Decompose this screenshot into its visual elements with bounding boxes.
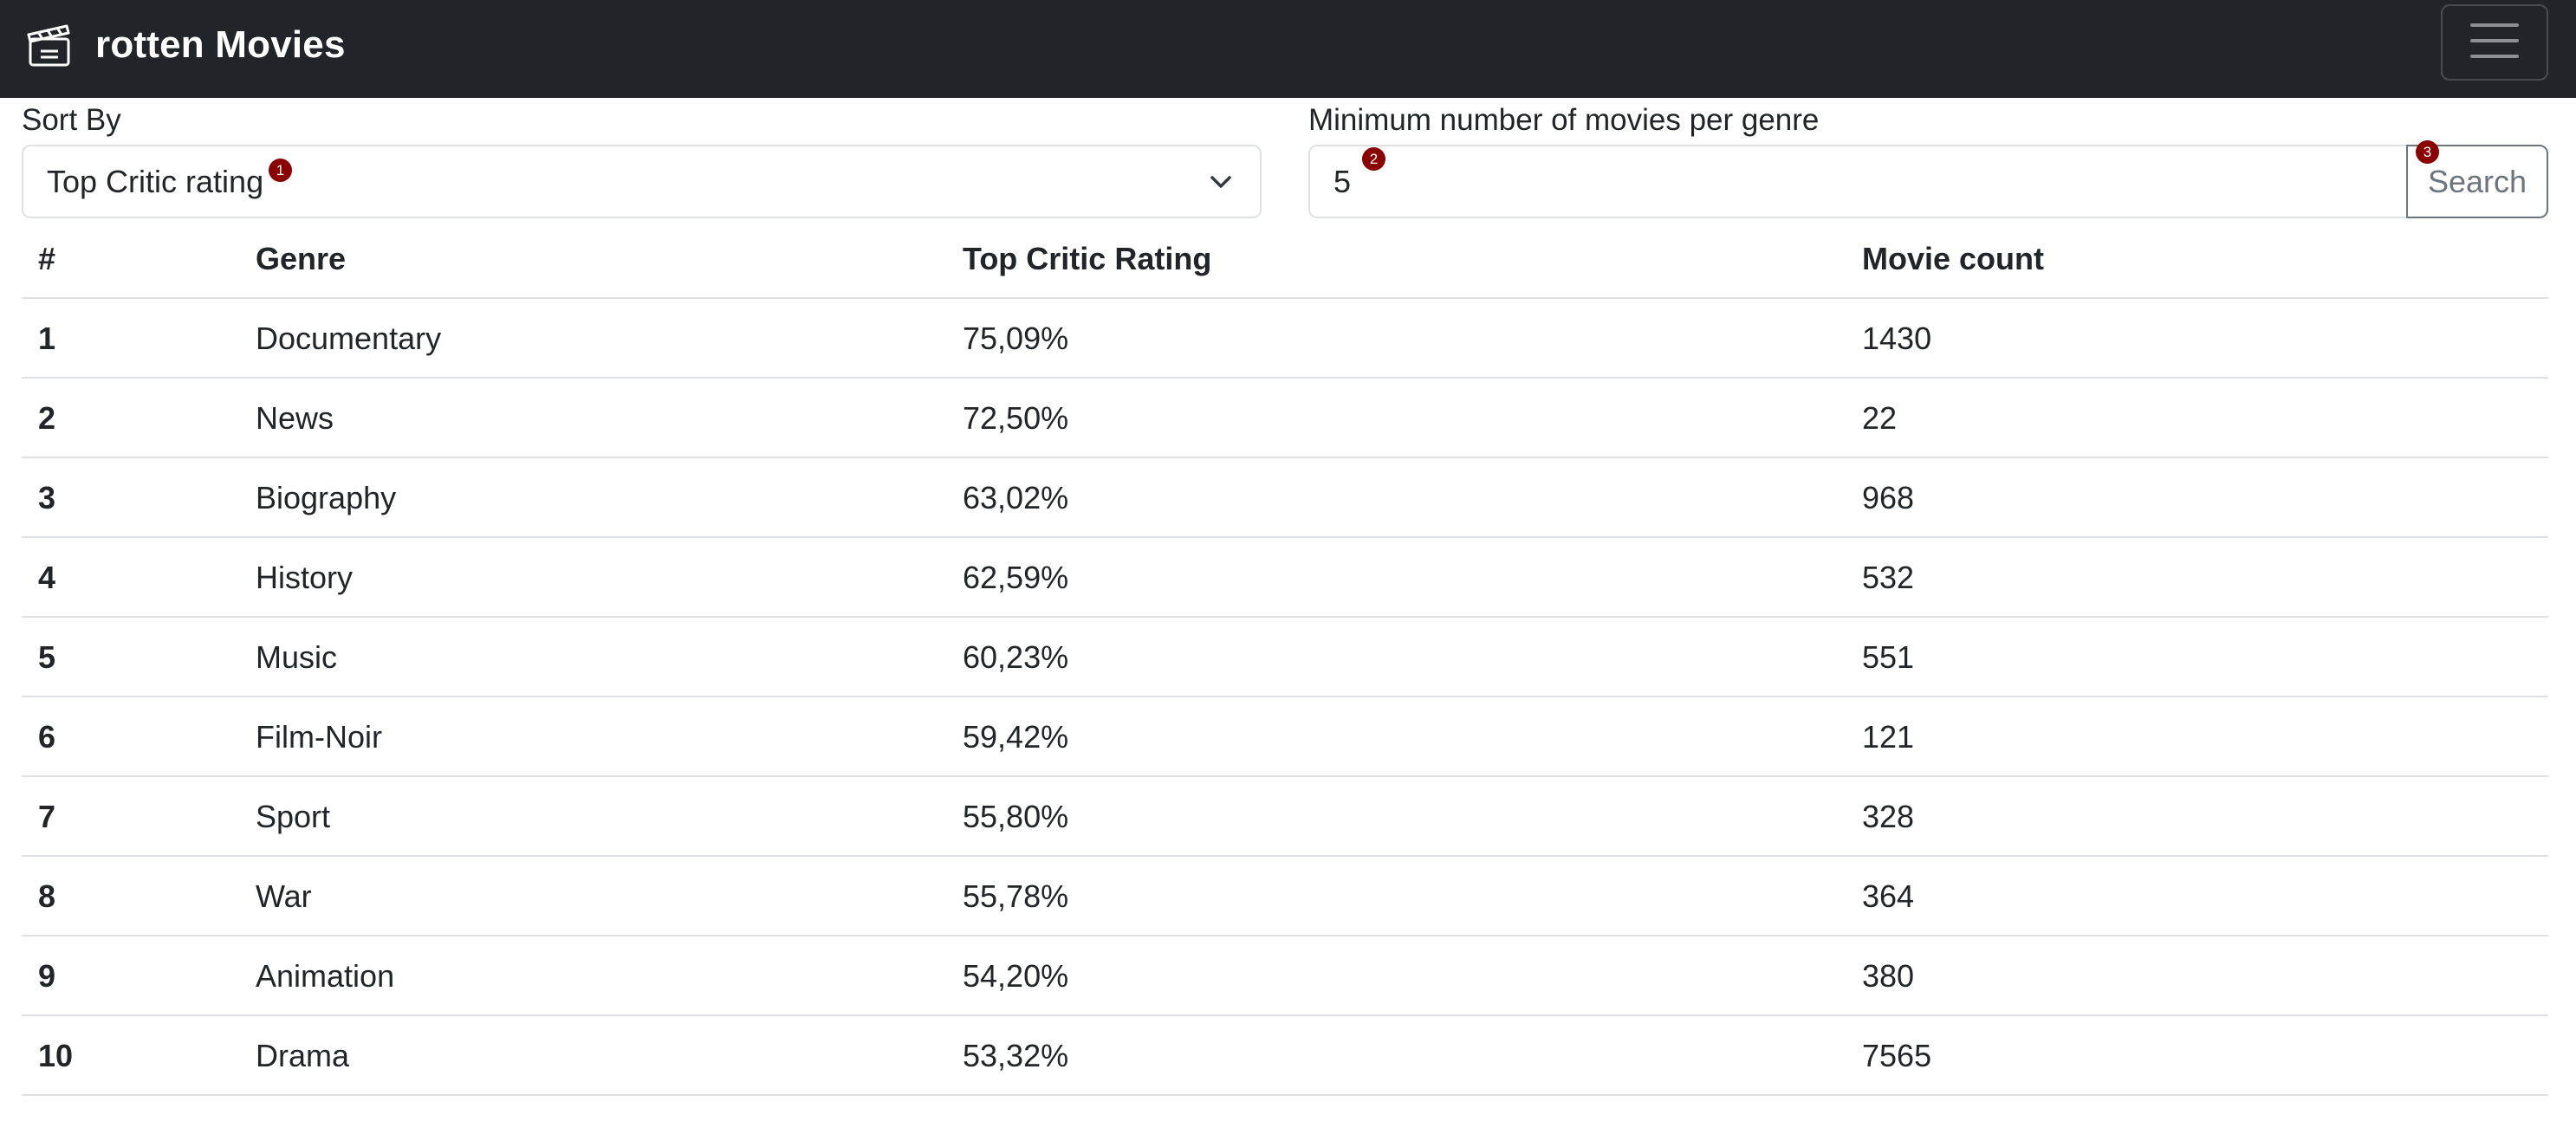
- rank-cell: 7: [38, 799, 56, 834]
- sort-by-label: Sort By: [22, 103, 121, 137]
- min-movies-value: 5: [1333, 164, 1352, 199]
- rating-cell: 59,42%: [963, 719, 1069, 755]
- brand-link[interactable]: rotten Movies: [26, 17, 346, 73]
- genre-cell: Music: [256, 639, 338, 675]
- navbar: rotten Movies: [0, 0, 2576, 98]
- min-movies-label: Minimum number of movies per genre: [1308, 103, 1820, 137]
- genre-cell: Film-Noir: [256, 719, 382, 755]
- header-rank: #: [38, 241, 56, 276]
- rating-cell: 53,32%: [963, 1038, 1069, 1073]
- count-cell: 364: [1862, 878, 1915, 914]
- genre-table: # Genre Top Critic Rating Movie count 1 …: [22, 219, 2548, 1096]
- genre-cell: Animation: [256, 958, 395, 994]
- count-cell: 380: [1862, 958, 1915, 994]
- count-cell: 22: [1862, 400, 1898, 436]
- chevron-down-icon: [1208, 169, 1234, 199]
- annotation-badge-2: 2: [1362, 147, 1385, 171]
- clapperboard-icon: [26, 22, 73, 68]
- sort-by-value: Top Critic rating: [47, 164, 264, 199]
- annotation-badge-1: 1: [269, 159, 292, 182]
- count-cell: 328: [1862, 799, 1915, 834]
- table-row: 8 War 55,78% 364: [22, 857, 2548, 936]
- count-cell: 1430: [1862, 321, 1932, 356]
- rank-cell: 9: [38, 958, 56, 994]
- brand-title: rotten Movies: [95, 23, 346, 66]
- table-row: 5 Music 60,23% 551: [22, 618, 2548, 697]
- count-cell: 968: [1862, 480, 1915, 515]
- table-row: 2 News 72,50% 22: [22, 379, 2548, 458]
- genre-cell: Biography: [256, 480, 397, 515]
- sort-by-select[interactable]: Top Critic rating 1: [22, 145, 1262, 218]
- header-rating: Top Critic Rating: [963, 241, 1212, 276]
- genre-cell: News: [256, 400, 334, 436]
- rating-cell: 55,78%: [963, 878, 1069, 914]
- rating-cell: 62,59%: [963, 560, 1069, 595]
- count-cell: 532: [1862, 560, 1915, 595]
- count-cell: 7565: [1862, 1038, 1932, 1073]
- rating-cell: 54,20%: [963, 958, 1069, 994]
- header-count: Movie count: [1862, 241, 2045, 276]
- table-header-row: # Genre Top Critic Rating Movie count: [22, 219, 2548, 299]
- genre-cell: Sport: [256, 799, 331, 834]
- count-cell: 121: [1862, 719, 1915, 755]
- rank-cell: 10: [38, 1038, 74, 1073]
- rank-cell: 8: [38, 878, 56, 914]
- count-cell: 551: [1862, 639, 1915, 675]
- rating-cell: 55,80%: [963, 799, 1069, 834]
- table-row: 7 Sport 55,80% 328: [22, 777, 2548, 857]
- annotation-badge-3: 3: [2416, 140, 2439, 164]
- table-row: 9 Animation 54,20% 380: [22, 936, 2548, 1016]
- table-row: 1 Documentary 75,09% 1430: [22, 299, 2548, 379]
- table-row: 10 Drama 53,32% 7565: [22, 1016, 2548, 1096]
- rank-cell: 6: [38, 719, 56, 755]
- genre-cell: War: [256, 878, 312, 914]
- rating-cell: 72,50%: [963, 400, 1069, 436]
- genre-cell: Drama: [256, 1038, 350, 1073]
- table-row: 3 Biography 63,02% 968: [22, 458, 2548, 538]
- rank-cell: 5: [38, 639, 56, 675]
- rank-cell: 4: [38, 560, 56, 595]
- hamburger-menu-icon: [2469, 20, 2521, 66]
- rating-cell: 60,23%: [963, 639, 1069, 675]
- header-genre: Genre: [256, 241, 347, 276]
- genre-cell: Documentary: [256, 321, 442, 356]
- rating-cell: 75,09%: [963, 321, 1069, 356]
- rank-cell: 3: [38, 480, 56, 515]
- rank-cell: 2: [38, 400, 56, 436]
- table-row: 6 Film-Noir 59,42% 121: [22, 697, 2548, 777]
- genre-cell: History: [256, 560, 354, 595]
- rank-cell: 1: [38, 321, 56, 356]
- rating-cell: 63,02%: [963, 480, 1069, 515]
- menu-toggle-button[interactable]: [2441, 4, 2548, 81]
- table-row: 4 History 62,59% 532: [22, 538, 2548, 618]
- search-button-label: Search: [2427, 164, 2527, 199]
- min-movies-input[interactable]: 5 2: [1308, 145, 2410, 218]
